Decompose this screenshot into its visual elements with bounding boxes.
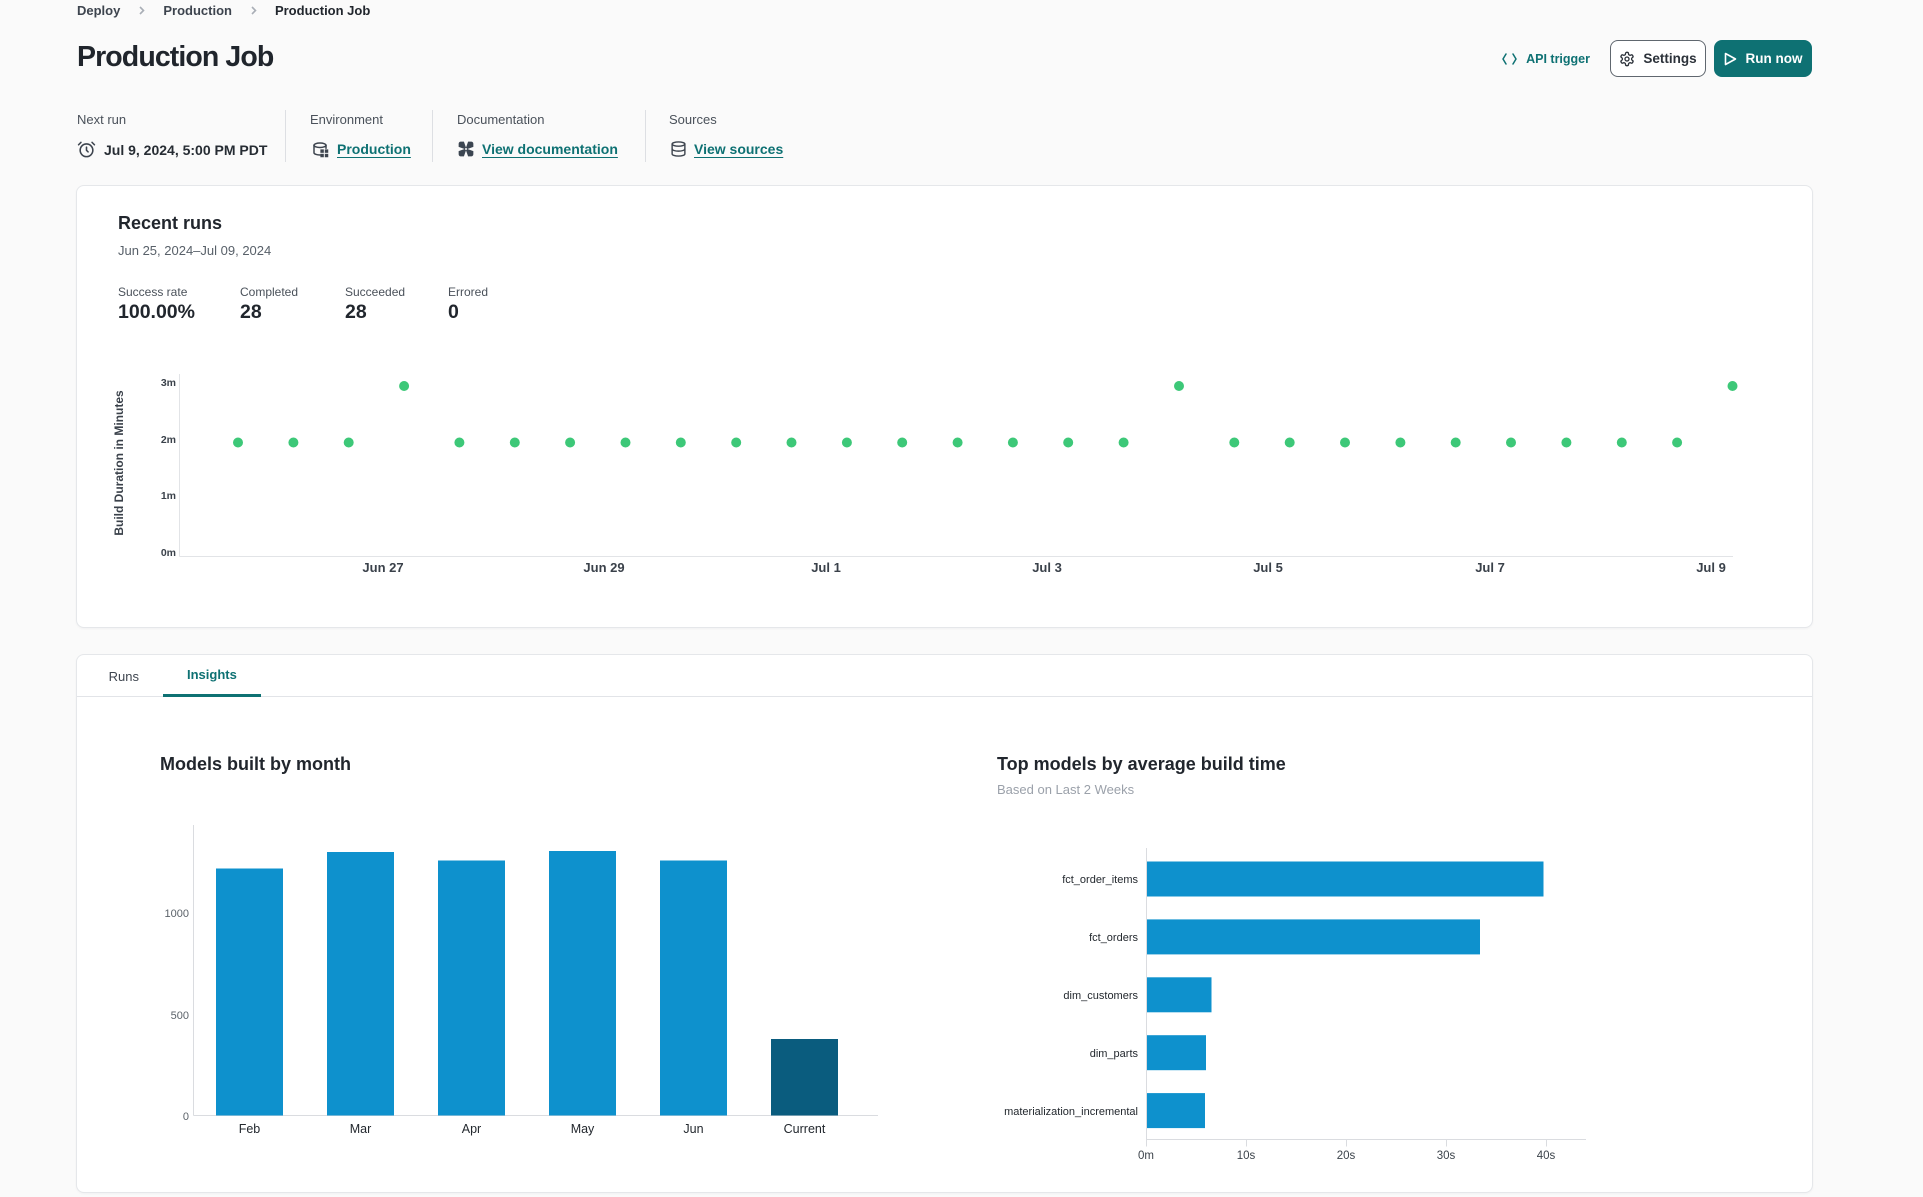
svg-text:May: May [571, 1122, 595, 1136]
svg-text:40s: 40s [1537, 1150, 1556, 1162]
svg-text:Jun 29: Jun 29 [583, 560, 624, 575]
svg-text:materialization_incremental: materialization_incremental [1004, 1106, 1138, 1118]
svg-text:Current: Current [784, 1122, 826, 1136]
svg-text:0: 0 [183, 1111, 189, 1123]
svg-text:0m: 0m [1138, 1150, 1154, 1162]
svg-text:30s: 30s [1437, 1150, 1456, 1162]
svg-text:Jun: Jun [683, 1122, 703, 1136]
svg-text:dim_parts: dim_parts [1090, 1048, 1139, 1060]
svg-text:500: 500 [171, 1010, 189, 1022]
svg-text:fct_orders: fct_orders [1089, 932, 1138, 944]
svg-text:Jun 27: Jun 27 [362, 560, 403, 575]
svg-text:Build Duration in Minutes: Build Duration in Minutes [112, 390, 126, 536]
svg-text:Jul 1: Jul 1 [811, 560, 841, 575]
svg-text:Apr: Apr [462, 1122, 481, 1136]
svg-text:1m: 1m [161, 490, 176, 502]
svg-text:0m: 0m [161, 547, 176, 559]
svg-text:2m: 2m [161, 434, 176, 446]
svg-text:Feb: Feb [239, 1122, 261, 1136]
svg-text:Jul 5: Jul 5 [1253, 560, 1283, 575]
svg-text:10s: 10s [1237, 1150, 1256, 1162]
svg-text:20s: 20s [1337, 1150, 1356, 1162]
svg-text:Mar: Mar [350, 1122, 372, 1136]
svg-text:1000: 1000 [165, 908, 189, 920]
svg-text:dim_customers: dim_customers [1063, 990, 1138, 1002]
svg-text:3m: 3m [161, 377, 176, 389]
svg-text:fct_order_items: fct_order_items [1062, 874, 1138, 886]
svg-text:Jul 9: Jul 9 [1696, 560, 1726, 575]
svg-text:Jul 3: Jul 3 [1032, 560, 1062, 575]
svg-text:Jul 7: Jul 7 [1475, 560, 1505, 575]
